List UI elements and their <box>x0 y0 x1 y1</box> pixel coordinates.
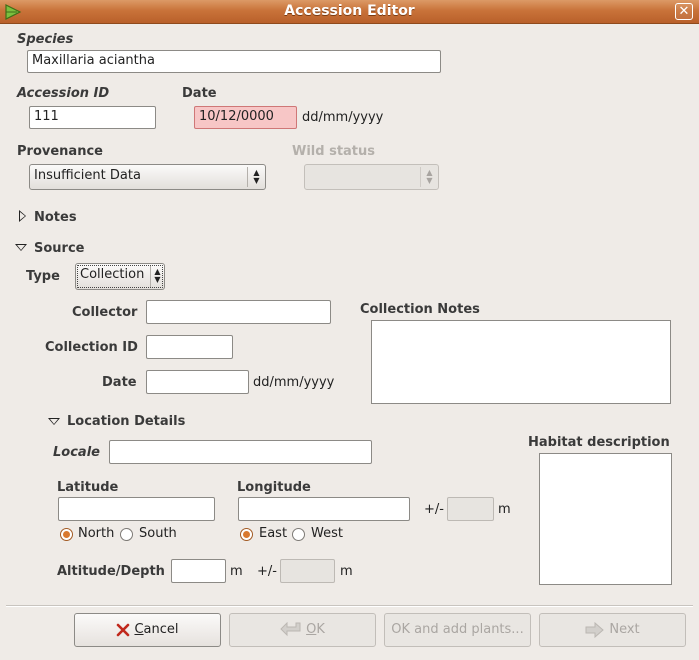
altitude-label: Altitude/Depth <box>57 564 165 579</box>
date-format-hint: dd/mm/yyyy <box>302 110 384 125</box>
date-label: Date <box>182 86 217 101</box>
accession-id-label: Accession ID <box>17 86 110 101</box>
geo-accuracy-input[interactable] <box>447 497 494 521</box>
source-expander-label[interactable]: Source <box>34 241 84 256</box>
combo-arrows-icon: ▲ ▼ <box>150 266 164 287</box>
ok-label-rest: K <box>316 622 325 637</box>
species-input[interactable]: Maxillaria aciantha <box>27 50 441 73</box>
habitat-textarea[interactable] <box>539 453 672 585</box>
collection-date-format-hint: dd/mm/yyyy <box>253 375 335 390</box>
geo-accuracy-unit: m <box>498 502 511 517</box>
altitude-accuracy-unit: m <box>340 564 353 579</box>
combo-arrows-icon: ▲ ▼ <box>247 167 265 187</box>
location-expander-icon[interactable] <box>48 418 60 425</box>
collection-date-input[interactable] <box>146 370 249 394</box>
source-type-select[interactable]: Collection ▲ ▼ <box>75 263 165 290</box>
altitude-unit: m <box>230 564 243 579</box>
ok-add-plants-button[interactable]: OK and add plants... <box>384 613 531 647</box>
notes-expander-label[interactable]: Notes <box>34 210 77 225</box>
longitude-label: Longitude <box>237 480 311 495</box>
next-label: Next <box>609 622 640 637</box>
ok-mnemonic: O <box>306 622 317 637</box>
south-radio[interactable] <box>120 528 133 541</box>
altitude-accuracy-plusminus: +/- <box>257 564 277 579</box>
east-radio[interactable] <box>240 528 253 541</box>
collection-id-label: Collection ID <box>45 340 138 355</box>
accession-id-input[interactable]: 111 <box>29 106 156 129</box>
wild-status-select[interactable]: ▲ ▼ <box>304 164 439 190</box>
button-separator <box>6 605 693 607</box>
close-icon[interactable]: ✕ <box>675 3 693 20</box>
west-radio-label[interactable]: West <box>311 526 343 541</box>
source-type-label: Type <box>26 269 60 284</box>
locale-input[interactable] <box>109 440 372 464</box>
collection-notes-textarea[interactable] <box>371 320 671 404</box>
ok-button[interactable]: OK <box>229 613 376 647</box>
source-expander-icon[interactable] <box>15 244 27 251</box>
north-radio[interactable] <box>60 528 73 541</box>
habitat-label: Habitat description <box>528 435 670 450</box>
combo-arrows-icon: ▲ ▼ <box>420 167 438 187</box>
provenance-label: Provenance <box>17 144 103 159</box>
wild-status-label: Wild status <box>292 144 376 159</box>
north-radio-label[interactable]: North <box>78 526 114 541</box>
species-label: Species <box>17 32 74 47</box>
next-arrow-icon <box>585 621 605 638</box>
cancel-button[interactable]: Cancel <box>74 613 221 647</box>
altitude-input[interactable] <box>171 559 226 583</box>
collector-input[interactable] <box>146 300 331 324</box>
provenance-select[interactable]: Insufficient Data ▲ ▼ <box>29 164 266 190</box>
date-input[interactable]: 10/12/0000 <box>194 106 297 129</box>
notes-expander-icon[interactable] <box>19 210 26 222</box>
collection-id-input[interactable] <box>146 335 233 359</box>
collection-notes-label: Collection Notes <box>360 302 480 317</box>
window-title: Accession Editor <box>284 3 415 19</box>
cancel-label-rest: ancel <box>143 622 179 637</box>
cancel-mnemonic: C <box>134 622 144 637</box>
west-radio[interactable] <box>292 528 305 541</box>
next-button[interactable]: Next <box>539 613 686 647</box>
geo-accuracy-plusminus: +/- <box>424 502 444 517</box>
cancel-x-icon <box>117 623 130 636</box>
ok-add-plants-label: OK and add plants... <box>391 622 524 637</box>
latitude-input[interactable] <box>58 497 215 521</box>
collection-date-label: Date <box>102 375 137 390</box>
collector-label: Collector <box>72 305 138 320</box>
ok-arrow-icon <box>280 621 301 636</box>
south-radio-label[interactable]: South <box>139 526 177 541</box>
east-radio-label[interactable]: East <box>259 526 287 541</box>
locale-label: Locale <box>53 445 100 460</box>
title-bar: Accession Editor ✕ <box>0 0 699 24</box>
provenance-value: Insufficient Data <box>34 168 141 183</box>
longitude-input[interactable] <box>238 497 410 521</box>
altitude-accuracy-input[interactable] <box>280 559 335 583</box>
source-type-value: Collection <box>80 267 145 282</box>
location-expander-label[interactable]: Location Details <box>67 414 185 429</box>
latitude-label: Latitude <box>57 480 119 495</box>
